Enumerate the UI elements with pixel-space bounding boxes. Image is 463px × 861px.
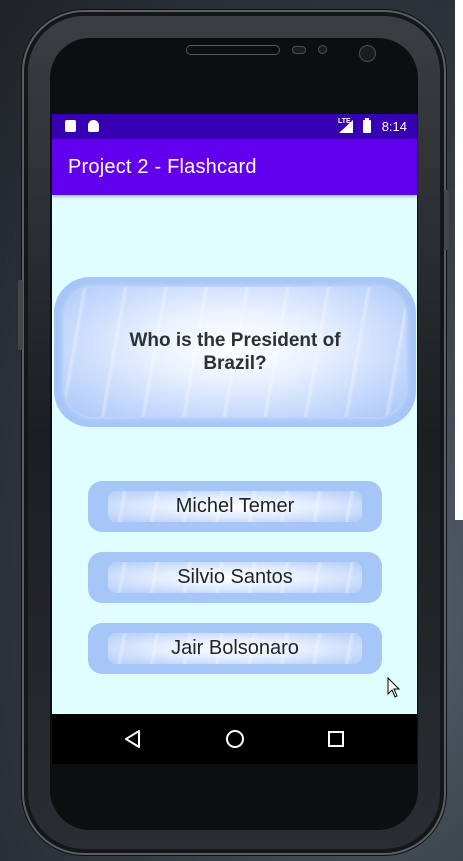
home-icon[interactable]	[225, 729, 245, 754]
app-title: Project 2 - Flashcard	[68, 156, 257, 178]
answer-button-2[interactable]: Silvio Santos	[88, 552, 382, 603]
question-text: Who is the President of Brazil?	[129, 330, 341, 374]
power-button	[444, 190, 449, 250]
sd-card-icon	[65, 120, 76, 132]
light-sensor	[318, 45, 327, 54]
answer-label: Jair Bolsonaro	[171, 637, 299, 659]
mouse-pointer-icon	[387, 676, 401, 704]
answer-button-1[interactable]: Michel Temer	[88, 481, 382, 532]
answer-label: Michel Temer	[175, 495, 295, 517]
earpiece-speaker	[186, 45, 280, 55]
android-icon	[88, 120, 99, 132]
proximity-sensor	[292, 46, 306, 54]
answer-label: Silvio Santos	[177, 566, 293, 588]
window-edge	[455, 0, 463, 520]
app-bar: Project 2 - Flashcard	[52, 139, 417, 195]
status-time: 8:14	[381, 119, 407, 134]
battery-icon	[363, 118, 371, 133]
question-card[interactable]: Who is the President of Brazil?	[54, 277, 416, 427]
volume-button	[18, 280, 23, 350]
recents-icon[interactable]	[327, 729, 345, 754]
device-screen: LTE 8:14 Project 2 - Flashcard Who is th…	[52, 114, 417, 764]
status-bar: LTE 8:14	[52, 114, 417, 139]
navigation-bar	[52, 714, 417, 764]
back-icon[interactable]	[124, 729, 142, 754]
answer-button-3[interactable]: Jair Bolsonaro	[88, 623, 382, 674]
front-camera	[359, 45, 376, 62]
signal-icon	[339, 120, 353, 133]
